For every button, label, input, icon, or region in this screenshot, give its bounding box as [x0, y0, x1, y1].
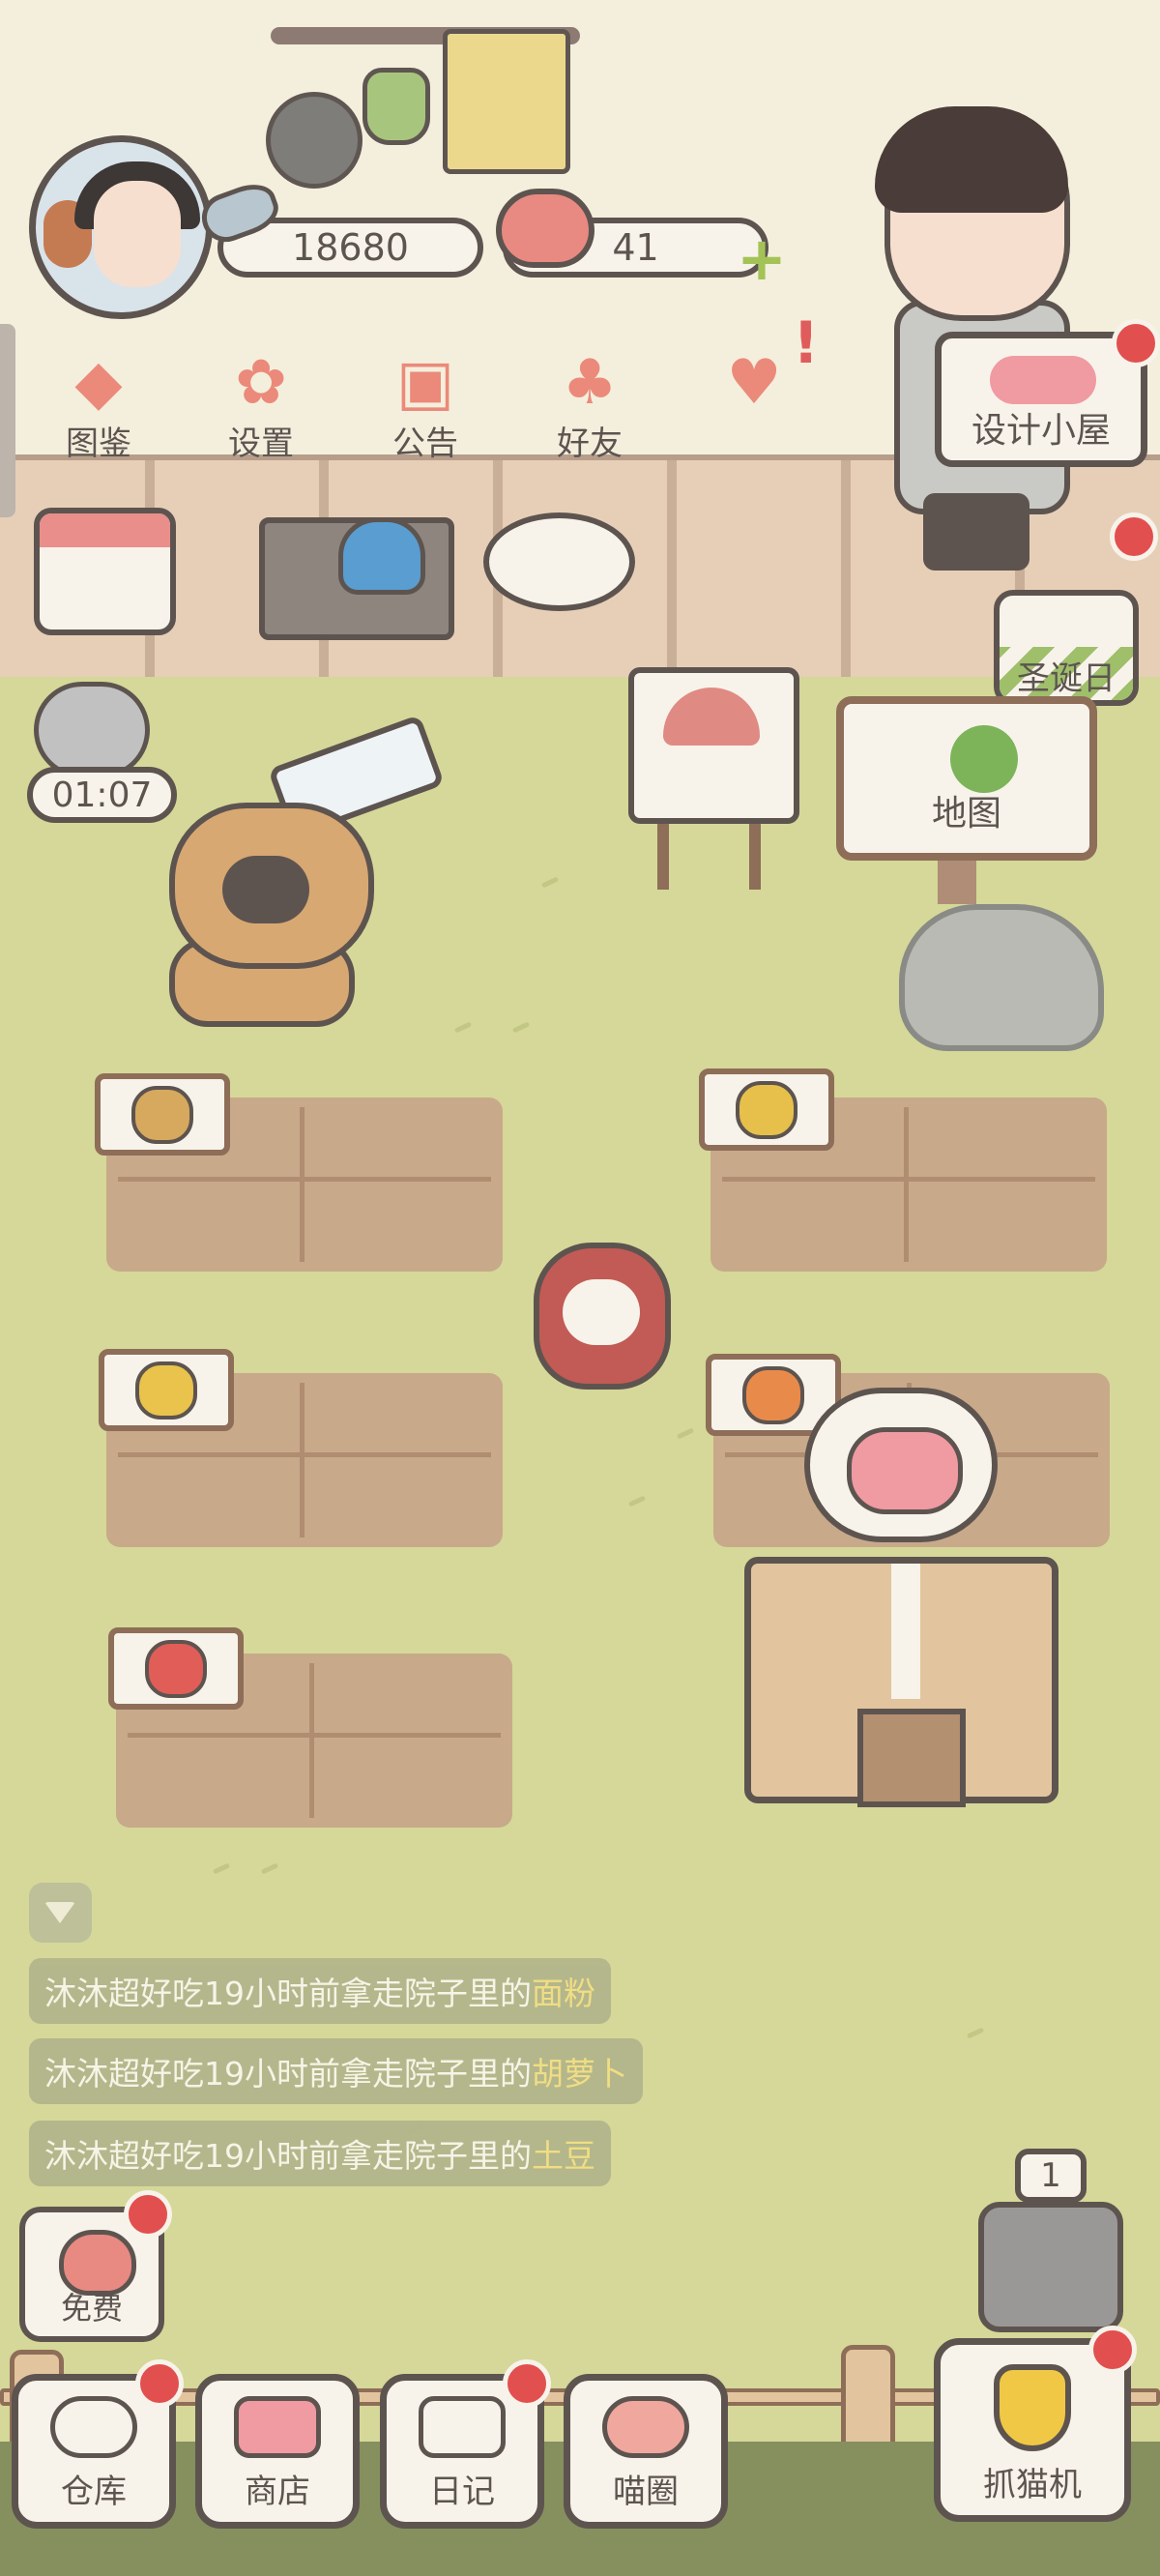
menu-settings-label: 设置 [228, 424, 294, 463]
fish-count: 18680 [292, 226, 409, 269]
feed-text: 沐沐超好吃19小时前拿走院子里的 [44, 2137, 532, 2175]
christmas-label: 圣诞日 [1017, 659, 1116, 698]
crop-sign-wheat [699, 1068, 834, 1151]
menu-friends-label: 好友 [557, 424, 623, 463]
fence-post [841, 2345, 895, 2451]
serving-plate[interactable] [483, 512, 635, 611]
map-button[interactable]: 地图 [836, 696, 1097, 861]
oven-mitten [362, 68, 430, 145]
crop-sign-corn [99, 1349, 234, 1431]
tomato-icon [145, 1639, 207, 1698]
notification-dot [503, 2359, 551, 2408]
player-avatar[interactable] [29, 135, 213, 319]
mouse-visitor[interactable] [34, 682, 150, 778]
nav-cat-circle[interactable]: 喵圈 [564, 2374, 728, 2529]
heart-count: 41 [612, 226, 659, 269]
hearts-pair-icon: ♥ [726, 347, 782, 419]
menu-friends[interactable]: ♣ 好友 [532, 347, 648, 464]
pig-icon [847, 1427, 963, 1514]
alert-icon: ! [793, 309, 820, 377]
potato-icon [131, 1085, 193, 1144]
kettle [338, 517, 425, 595]
nav-shop[interactable]: 商店 [195, 2374, 360, 2529]
christmas-event-button[interactable]: 圣诞日 [994, 590, 1139, 706]
notification-dot [1088, 2326, 1137, 2374]
garden-rock [899, 904, 1104, 1051]
notification-dot [135, 2359, 184, 2408]
claw-label: 抓猫机 [983, 2466, 1082, 2504]
nav-diary-label: 日记 [429, 2473, 495, 2511]
clover-icon [950, 725, 1018, 793]
notification-dot [1112, 319, 1160, 367]
cardboard-box-house[interactable] [744, 1557, 1058, 1807]
house-design-icon [990, 356, 1096, 404]
nav-cat-circle-label: 喵圈 [613, 2473, 679, 2511]
free-label: 免费 [60, 2290, 123, 2327]
design-house-label: 设计小屋 [971, 411, 1111, 451]
nav-shop-label: 商店 [245, 2473, 310, 2511]
diary-icon [419, 2396, 506, 2458]
feed-item-name: 胡萝卜 [532, 2055, 627, 2093]
gear-icon: ✿ [235, 347, 287, 419]
menu-announcements[interactable]: ▣ 公告 [367, 347, 483, 464]
feed-item: 沐沐超好吃19小时前拿走院子里的 胡萝卜 [29, 2038, 643, 2104]
timer-text: 01:07 [51, 775, 153, 815]
map-sign-post [938, 856, 976, 904]
collapse-feed-button[interactable] [29, 1883, 92, 1943]
menu-collection[interactable]: ◆ 图鉴 [41, 347, 157, 464]
warehouse-icon [50, 2396, 137, 2458]
cat-book-icon: ◆ [74, 347, 123, 419]
nav-warehouse-label: 仓库 [61, 2473, 127, 2511]
notification-dot [1110, 512, 1158, 561]
side-drawer-handle[interactable] [0, 324, 15, 517]
elevator-icon [978, 2202, 1123, 2332]
feed-item: 沐沐超好吃19小时前拿走院子里的 土豆 [29, 2121, 611, 2186]
cat-circle-icon [602, 2396, 689, 2458]
feed-text: 沐沐超好吃19小时前拿走院子里的 [44, 2055, 532, 2093]
carrot-icon [742, 1365, 804, 1424]
daruma-owl[interactable] [534, 1243, 671, 1390]
notification-dot [124, 2190, 172, 2239]
mushroom-icon [663, 688, 760, 746]
pug-pet[interactable] [150, 803, 382, 1027]
shop-icon [234, 2396, 321, 2458]
feed-text: 沐沐超好吃19小时前拿走院子里的 [44, 1975, 532, 2012]
crop-sign-tomato [108, 1627, 244, 1710]
elevator-level: 1 [1015, 2149, 1087, 2203]
feed-item: 沐沐超好吃19小时前拿走院子里的 面粉 [29, 1958, 611, 2024]
request-bubble[interactable] [804, 1388, 998, 1542]
menu-collection-label: 图鉴 [66, 424, 131, 463]
frying-pan [266, 92, 362, 189]
gift-icon: ▣ [395, 347, 455, 419]
crop-sign-potato [95, 1073, 230, 1156]
menu-settings[interactable]: ✿ 设置 [203, 347, 319, 464]
recipe-notebook[interactable] [34, 508, 176, 635]
wheat-icon [736, 1080, 798, 1139]
corn-icon [135, 1361, 197, 1420]
menu-announcements-label: 公告 [392, 424, 458, 463]
map-label: 地图 [931, 794, 1001, 834]
friends-icon: ♣ [562, 347, 618, 419]
claw-icon [994, 2364, 1071, 2451]
feed-item-name: 土豆 [532, 2137, 595, 2175]
elevator-button[interactable]: 1 [978, 2149, 1123, 2332]
hanging-towel [443, 29, 570, 174]
heart-icon [496, 189, 594, 268]
feed-item-name: 面粉 [532, 1975, 595, 2012]
painting-easel[interactable] [628, 667, 799, 890]
add-hearts-button[interactable]: + [735, 229, 789, 289]
